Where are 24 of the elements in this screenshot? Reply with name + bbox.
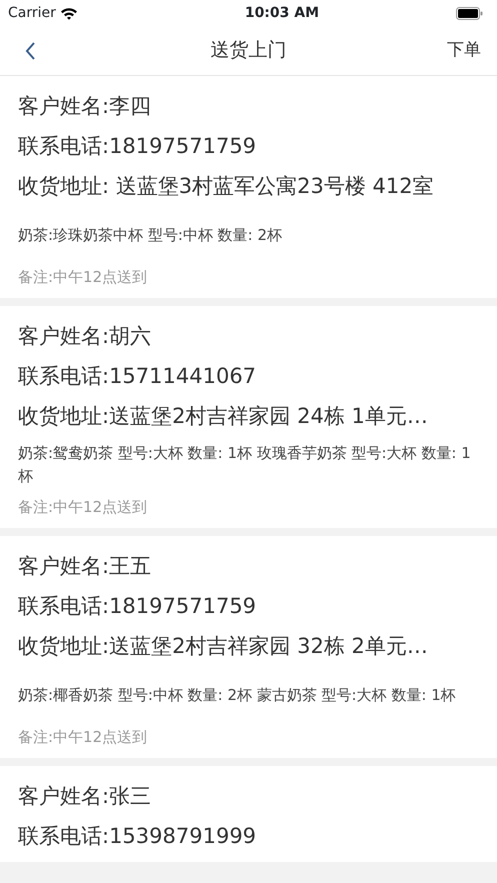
phone-number: 联系电话:15711441067 [18, 363, 258, 390]
time-label: 10:03 AM [244, 4, 320, 22]
back-icon[interactable] [24, 40, 36, 60]
delivery-address: 收货地址:送蓝堡2村吉祥家园 24栋 1单元… [18, 403, 429, 430]
page-title: 送货上门 [210, 38, 286, 64]
order-items: 奶茶:椰香奶茶 型号:中杯 数量: 2杯 蒙古奶茶 型号:大杯 数量: 1杯 [18, 684, 456, 706]
delivery-address: 收货地址:送蓝堡2村吉祥家园 32栋 2单元… [18, 633, 429, 660]
customer-name: 客户姓名:张三 [18, 783, 152, 810]
customer-name: 客户姓名:胡六 [18, 323, 152, 350]
customer-name: 客户姓名:李四 [18, 93, 152, 120]
battery-icon [456, 6, 483, 20]
phone-number: 联系电话:15398791999 [18, 823, 258, 850]
order-items: 奶茶:鸳鸯奶茶 型号:大杯 数量: 1杯 玫瑰香芋奶茶 型号:大杯 数量: 1杯 [18, 443, 472, 487]
phone-number: 联系电话:18197571759 [18, 593, 258, 620]
order-note: 备注:中午12点送到 [18, 727, 148, 748]
order-note: 备注:中午12点送到 [18, 497, 148, 518]
order-items: 奶茶:珍珠奶茶中杯 型号:中杯 数量: 2杯 [18, 224, 282, 246]
customer-name: 客户姓名:王五 [18, 553, 152, 580]
delivery-address: 收货地址: 送蓝堡3村蓝军公寓23号楼 412室 [18, 173, 435, 200]
wifi-icon [60, 6, 78, 20]
order-note: 备注:中午12点送到 [18, 267, 148, 288]
order-button[interactable]: 下单 [447, 38, 481, 64]
phone-number: 联系电话:18197571759 [18, 133, 258, 160]
carrier-label: Carrier [8, 4, 56, 22]
